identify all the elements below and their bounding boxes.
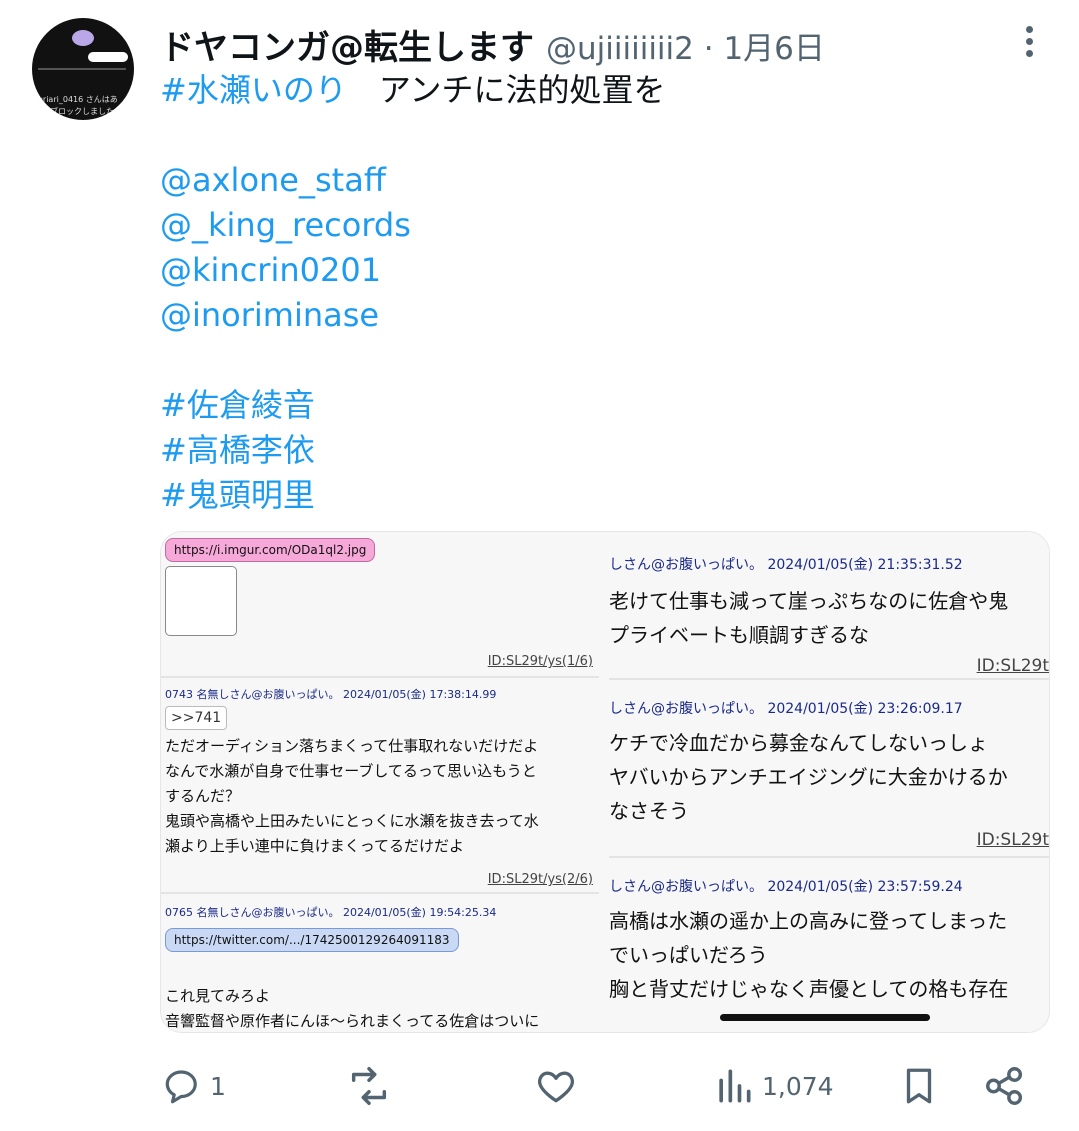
- post-text-line: するんだ？: [165, 787, 241, 805]
- retweet-button[interactable]: [346, 1058, 398, 1114]
- hashtag-link[interactable]: #佐倉綾音: [160, 383, 1040, 428]
- views-button[interactable]: 1,074: [712, 1058, 834, 1114]
- post-block-r3: しさん@お腹いっぱい。 2024/01/05(金) 23:57:59.24 高橋…: [609, 858, 1049, 1032]
- share-button[interactable]: [982, 1058, 1028, 1114]
- post-text-line: でいっぱいだろう: [609, 943, 768, 967]
- mention-link[interactable]: @axlone_staff: [160, 158, 1040, 203]
- views-count: 1,074: [762, 1071, 834, 1101]
- bookmark-icon: [906, 1068, 932, 1104]
- media-image-right[interactable]: しさん@お腹いっぱい。 2024/01/05(金) 21:35:31.52 老け…: [609, 532, 1049, 1032]
- post-block-3: 0765 名無しさん@お腹いっぱい。 2024/01/05(金) 19:54:2…: [161, 894, 599, 1032]
- post-text-line: なさそう: [609, 799, 689, 823]
- display-name[interactable]: ドヤコンガ@転生します: [160, 20, 534, 69]
- post-meta: しさん@お腹いっぱい。 2024/01/05(金) 21:35:31.52: [609, 557, 963, 573]
- post-text-line: 高橋は水瀬の遥か上の高みに登ってしまった: [609, 909, 1008, 933]
- reply-anchor: >>741: [165, 706, 228, 730]
- post-text-line: 老けて仕事も減って崖っぷちなのに佐倉や鬼: [609, 589, 1009, 613]
- post-block-1: https://i.imgur.com/ODa1ql2.jpg ID:SL29t…: [161, 532, 599, 678]
- post-id: ID:SL29t: [976, 656, 1049, 676]
- post-meta: 0765 名無しさん@お腹いっぱい。 2024/01/05(金) 19:54:2…: [165, 906, 497, 919]
- share-icon: [986, 1067, 1023, 1105]
- mention-link[interactable]: @kincrin0201: [160, 248, 1040, 293]
- post-text-line: 瀬より上手い連中に負けまくってるだけだよ: [165, 837, 464, 855]
- retweet-icon: [351, 1067, 387, 1105]
- tweet-header: ドヤコンガ@転生します @ujiiiiiiii2 · 1月6日: [160, 20, 825, 68]
- post-text-line: なんで水瀬が自身で仕事セーブしてるって思い込もうと: [165, 762, 537, 780]
- post-id: ID:SL29t/ys(1/6): [487, 654, 593, 669]
- bookmark-button[interactable]: [898, 1058, 940, 1114]
- post-text-line: 鬼頭や高橋や上田みたいにとっくに水瀬を抜き去って水: [165, 812, 539, 830]
- hashtag-link[interactable]: #鬼頭明里: [160, 473, 1040, 518]
- avatar-follow-pill: [88, 52, 128, 62]
- post-meta: しさん@お腹いっぱい。 2024/01/05(金) 23:26:09.17: [609, 701, 963, 717]
- post-block-r1: しさん@お腹いっぱい。 2024/01/05(金) 21:35:31.52 老け…: [609, 532, 1049, 680]
- post-meta: 0743 名無しさん@お腹いっぱい。 2024/01/05(金) 17:38:1…: [165, 688, 497, 701]
- reply-button[interactable]: 1: [162, 1058, 226, 1114]
- more-options-icon[interactable]: [1020, 26, 1038, 60]
- image-url-pill: https://i.imgur.com/ODa1ql2.jpg: [165, 538, 376, 562]
- reply-count: 1: [210, 1071, 226, 1101]
- hashtag-link[interactable]: #高橋李依: [160, 428, 1040, 473]
- scroll-handle[interactable]: [720, 1014, 930, 1021]
- thumbnail-placeholder: [165, 566, 237, 636]
- mention-link[interactable]: @inoriminase: [160, 293, 1040, 338]
- post-block-2: 0743 名無しさん@お腹いっぱい。 2024/01/05(金) 17:38:1…: [161, 678, 599, 894]
- avatar-divider: [38, 68, 126, 70]
- hashtag-link[interactable]: #水瀬いのり: [160, 71, 347, 109]
- avatar-text-1: eriari_0416 さんはあ: [38, 95, 118, 104]
- heart-icon: [538, 1071, 574, 1103]
- tweet-line-rest: アンチに法的処置を: [346, 71, 666, 109]
- link-url-pill: https://twitter.com/.../1742500129264091…: [165, 928, 459, 952]
- tweet-text: #水瀬いのり アンチに法的処置を @axlone_staff @_king_re…: [160, 68, 1040, 518]
- post-text-line: プライベートも順調すぎるな: [609, 623, 869, 647]
- post-text-line: これ見てみろよ: [165, 987, 271, 1005]
- post-text-line: ケチで冷血だから募金なんてしないっしょ: [609, 731, 988, 755]
- post-text-line: 胸と背丈だけじゃなく声優としての格も存在: [609, 977, 1009, 1001]
- mention-link[interactable]: @_king_records: [160, 203, 1040, 248]
- post-text-line: 音響監督や原作者にんほ～られまくってる佐倉はついに: [165, 1012, 540, 1030]
- post-meta: しさん@お腹いっぱい。 2024/01/05(金) 23:57:59.24: [609, 879, 963, 895]
- tweet-line-hashtag: #水瀬いのり アンチに法的処置を: [160, 68, 1040, 113]
- post-text-line: ただオーディション落ちまくって仕事取れないだけだよ: [165, 737, 539, 755]
- reply-icon: [165, 1070, 197, 1104]
- like-button[interactable]: [534, 1058, 584, 1114]
- media-image-left[interactable]: https://i.imgur.com/ODa1ql2.jpg ID:SL29t…: [161, 532, 599, 1032]
- post-id: ID:SL29t/ys(2/6): [487, 872, 593, 887]
- handle-and-date[interactable]: @ujiiiiiiii2 · 1月6日: [546, 23, 825, 68]
- post-block-r2: しさん@お腹いっぱい。 2024/01/05(金) 23:26:09.17 ケチ…: [609, 680, 1049, 858]
- avatar-bubble: [72, 30, 94, 46]
- avatar[interactable]: eriari_0416 さんはあ をブロックしました: [32, 18, 134, 120]
- media-attachments[interactable]: https://i.imgur.com/ODa1ql2.jpg ID:SL29t…: [160, 531, 1050, 1033]
- post-id: ID:SL29t: [976, 830, 1049, 850]
- avatar-text-2: をブロックしました: [42, 107, 114, 116]
- views-icon: [719, 1069, 751, 1103]
- post-text-line: ヤバいからアンチエイジングに大金かけるか: [609, 765, 1008, 789]
- action-bar: 1 1,074: [0, 1058, 1079, 1114]
